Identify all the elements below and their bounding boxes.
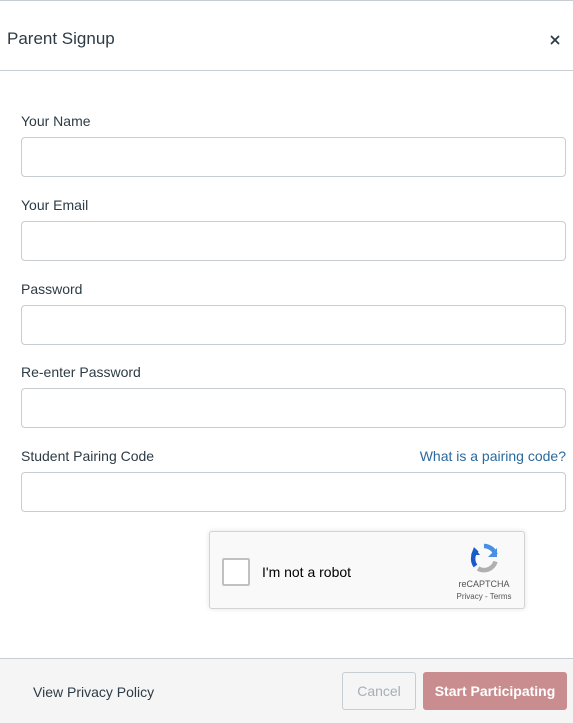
parent-signup-dialog: Parent Signup Your Name Your Email Passw… (0, 0, 573, 723)
privacy-policy-link[interactable]: View Privacy Policy (33, 683, 154, 701)
confirm-password-label: Re-enter Password (21, 364, 141, 380)
recaptcha-link-separator: - (482, 592, 490, 601)
close-icon (550, 35, 560, 45)
email-field[interactable] (21, 221, 566, 261)
dialog-header: Parent Signup (0, 1, 573, 71)
recaptcha-privacy-link[interactable]: Privacy (457, 592, 483, 601)
confirm-password-field[interactable] (21, 388, 566, 428)
name-label: Your Name (21, 113, 91, 129)
pairing-code-help-link[interactable]: What is a pairing code? (420, 447, 566, 465)
close-button[interactable] (547, 32, 563, 48)
recaptcha-brand: reCAPTCHA (458, 579, 510, 589)
recaptcha-checkbox[interactable] (222, 558, 250, 586)
pairing-code-label: Student Pairing Code (21, 448, 155, 464)
password-label: Password (21, 281, 83, 297)
dialog-footer: View Privacy Policy Cancel Start Partici… (0, 658, 573, 723)
start-participating-button[interactable]: Start Participating (423, 672, 567, 710)
email-label: Your Email (21, 197, 89, 213)
dialog-title: Parent Signup (7, 29, 115, 48)
recaptcha-terms-link[interactable]: Terms (490, 592, 512, 601)
recaptcha-label: I'm not a robot (262, 564, 352, 580)
password-field[interactable] (21, 305, 566, 345)
recaptcha-widget: I'm not a robot reCAPTCHA Privacy - Term… (209, 531, 525, 609)
pairing-code-field[interactable] (21, 472, 566, 512)
cancel-button[interactable]: Cancel (342, 672, 416, 710)
name-field[interactable] (21, 137, 566, 177)
recaptcha-links: Privacy - Terms (446, 592, 522, 602)
recaptcha-logo-icon (470, 543, 498, 573)
